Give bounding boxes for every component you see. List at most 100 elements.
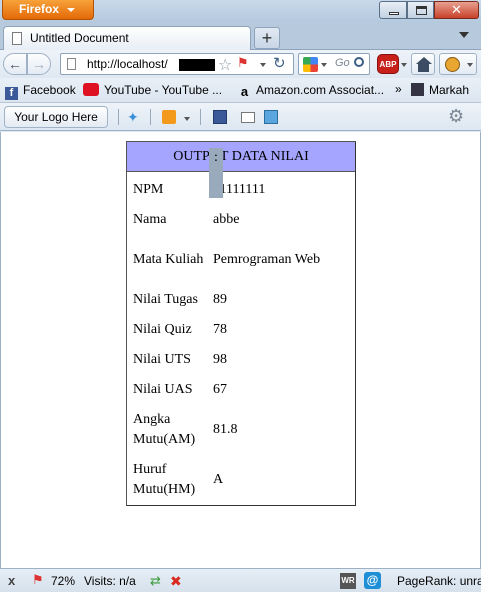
grade-table: NPM : 11111111 Nama : abbe Mata Kuliah :… bbox=[131, 148, 337, 505]
row-label: Nilai UAS bbox=[133, 382, 193, 397]
row-label: Angka Mutu(AM) bbox=[133, 412, 196, 447]
minimize-button[interactable] bbox=[379, 1, 407, 19]
page-content: OUTPUT DATA NILAI NPM : 11111111 Nama : … bbox=[0, 132, 481, 568]
status-bar: x ⚑ 72% Visits: n/a ⇄ ✖ WR @ PageRank: u… bbox=[0, 568, 481, 592]
pagerank-indicator: PageRank: unra bbox=[397, 574, 481, 588]
history-dropdown-icon[interactable] bbox=[260, 63, 266, 67]
reload-icon[interactable]: ↻ bbox=[273, 54, 286, 72]
chevron-down-icon bbox=[67, 8, 75, 12]
wr-icon[interactable]: WR bbox=[340, 573, 356, 589]
row-label: Huruf Mutu(HM) bbox=[133, 462, 196, 497]
error-x-icon[interactable]: ✖ bbox=[170, 573, 182, 590]
table-row: Nilai Quiz : 78 bbox=[131, 148, 337, 345]
row-value: 81.8 bbox=[213, 422, 238, 437]
row-label: Mata Kuliah bbox=[133, 252, 204, 267]
bookmark-facebook[interactable]: f Facebook bbox=[5, 83, 76, 100]
new-tab-button[interactable]: + bbox=[254, 27, 280, 49]
home-button[interactable] bbox=[411, 53, 435, 75]
flag-icon[interactable]: ⚑ bbox=[237, 56, 249, 69]
maximize-button[interactable] bbox=[407, 1, 434, 19]
table-row: Nilai UTS : 98 bbox=[131, 148, 337, 375]
adblock-plus-button[interactable]: ABP bbox=[377, 54, 399, 74]
rss-icon[interactable] bbox=[162, 110, 176, 124]
row-separator: : bbox=[209, 148, 223, 198]
redacted-block bbox=[179, 59, 215, 71]
row-value: 98 bbox=[213, 352, 227, 367]
row-label: Nama bbox=[133, 212, 167, 227]
tab-list-icon[interactable] bbox=[459, 32, 469, 38]
at-icon[interactable]: @ bbox=[364, 572, 381, 589]
greasemonkey-dropdown-icon bbox=[467, 63, 473, 67]
navigation-toolbar: ← → http://localhost/ ☆ ⚑ ↻ Go ABP bbox=[0, 50, 481, 78]
table-row: NPM : 11111111 bbox=[131, 148, 337, 205]
mail-icon[interactable] bbox=[241, 112, 255, 123]
zoom-level[interactable]: 72% bbox=[51, 574, 75, 588]
table-row: Nilai UAS : 67 bbox=[131, 148, 337, 405]
title-bar: Firefox ✕ bbox=[0, 0, 481, 22]
row-value: 67 bbox=[213, 382, 227, 397]
bookmark-icon bbox=[411, 83, 424, 96]
close-addon-bar-icon[interactable]: x bbox=[8, 573, 15, 588]
row-label: NPM bbox=[133, 182, 164, 197]
table-row: Mata Kuliah : Pemrograman Web bbox=[131, 148, 337, 285]
panel-title: OUTPUT DATA NILAI bbox=[127, 142, 355, 172]
your-logo-button[interactable]: Your Logo Here bbox=[4, 106, 108, 128]
bookmark-amazon[interactable]: a Amazon.com Associat... bbox=[238, 83, 384, 98]
refresh-icon[interactable]: ⇄ bbox=[150, 574, 161, 587]
search-box[interactable]: Go bbox=[298, 53, 370, 75]
bookmark-label: Markah bbox=[429, 83, 470, 97]
back-button[interactable]: ← bbox=[3, 53, 27, 75]
bookmark-youtube[interactable]: YouTube - YouTube ... bbox=[83, 83, 222, 97]
row-value: 89 bbox=[213, 292, 227, 307]
facebook-share-icon[interactable] bbox=[213, 110, 227, 124]
greasemonkey-button[interactable] bbox=[439, 53, 477, 75]
row-value: 78 bbox=[213, 322, 227, 337]
search-input[interactable]: Go bbox=[335, 57, 350, 69]
rss-dropdown-icon[interactable] bbox=[184, 117, 190, 121]
close-window-button[interactable]: ✕ bbox=[434, 1, 479, 19]
visits-counter: Visits: n/a bbox=[84, 574, 136, 588]
row-value: Pemrograman Web bbox=[213, 252, 321, 267]
bookmark-markah[interactable]: Markah bbox=[411, 83, 469, 97]
firefox-menu-button[interactable]: Firefox bbox=[2, 0, 94, 20]
youtube-icon bbox=[83, 83, 99, 96]
output-panel: OUTPUT DATA NILAI NPM : 11111111 Nama : … bbox=[126, 141, 356, 506]
page-icon bbox=[67, 58, 76, 70]
bookmark-star-icon[interactable]: ☆ bbox=[218, 55, 232, 75]
greasemonkey-icon bbox=[445, 57, 460, 72]
toolbar-separator bbox=[118, 109, 119, 125]
maximize-icon bbox=[416, 6, 427, 15]
home-roof-icon bbox=[416, 57, 432, 64]
toolbar-separator bbox=[200, 109, 201, 125]
twitter-share-icon[interactable] bbox=[264, 110, 278, 124]
google-icon[interactable] bbox=[303, 57, 318, 72]
table-row: Nama : abbe bbox=[131, 148, 337, 235]
firefox-menu-label: Firefox bbox=[19, 2, 60, 16]
tab-title: Untitled Document bbox=[30, 31, 129, 45]
tab-untitled-document[interactable]: Untitled Document bbox=[3, 26, 251, 50]
table-row: Angka Mutu(AM) : 81.8 bbox=[131, 148, 337, 455]
addon-toolbar: Your Logo Here ✦ ⚙ bbox=[0, 103, 481, 131]
minimize-icon bbox=[389, 12, 399, 15]
page-icon bbox=[12, 32, 22, 45]
row-label: Nilai UTS bbox=[133, 352, 191, 367]
search-engine-dropdown-icon[interactable] bbox=[321, 63, 327, 67]
table-row: Nilai Tugas : 89 bbox=[131, 148, 337, 315]
row-value: abbe bbox=[213, 212, 240, 227]
gear-icon[interactable]: ⚙ bbox=[448, 107, 464, 125]
bookmarks-overflow-chevron[interactable]: » bbox=[395, 82, 402, 96]
row-value: A bbox=[213, 472, 224, 487]
url-text[interactable]: http://localhost/ bbox=[87, 57, 168, 71]
amazon-icon: a bbox=[240, 84, 249, 99]
bookmark-label: Facebook bbox=[23, 83, 76, 97]
search-icon[interactable] bbox=[354, 57, 364, 67]
forward-button[interactable]: → bbox=[27, 53, 51, 75]
flag-icon[interactable]: ⚑ bbox=[32, 573, 46, 586]
row-value: 11111111 bbox=[213, 182, 266, 197]
row-label: Nilai Tugas bbox=[133, 292, 198, 307]
adblock-dropdown-icon[interactable] bbox=[401, 63, 407, 67]
sparkle-icon[interactable]: ✦ bbox=[127, 110, 141, 124]
home-icon bbox=[418, 64, 429, 72]
bookmarks-toolbar: f Facebook YouTube - YouTube ... a Amazon.… bbox=[0, 78, 481, 103]
address-bar[interactable]: http://localhost/ ☆ ⚑ ↻ bbox=[60, 53, 294, 75]
